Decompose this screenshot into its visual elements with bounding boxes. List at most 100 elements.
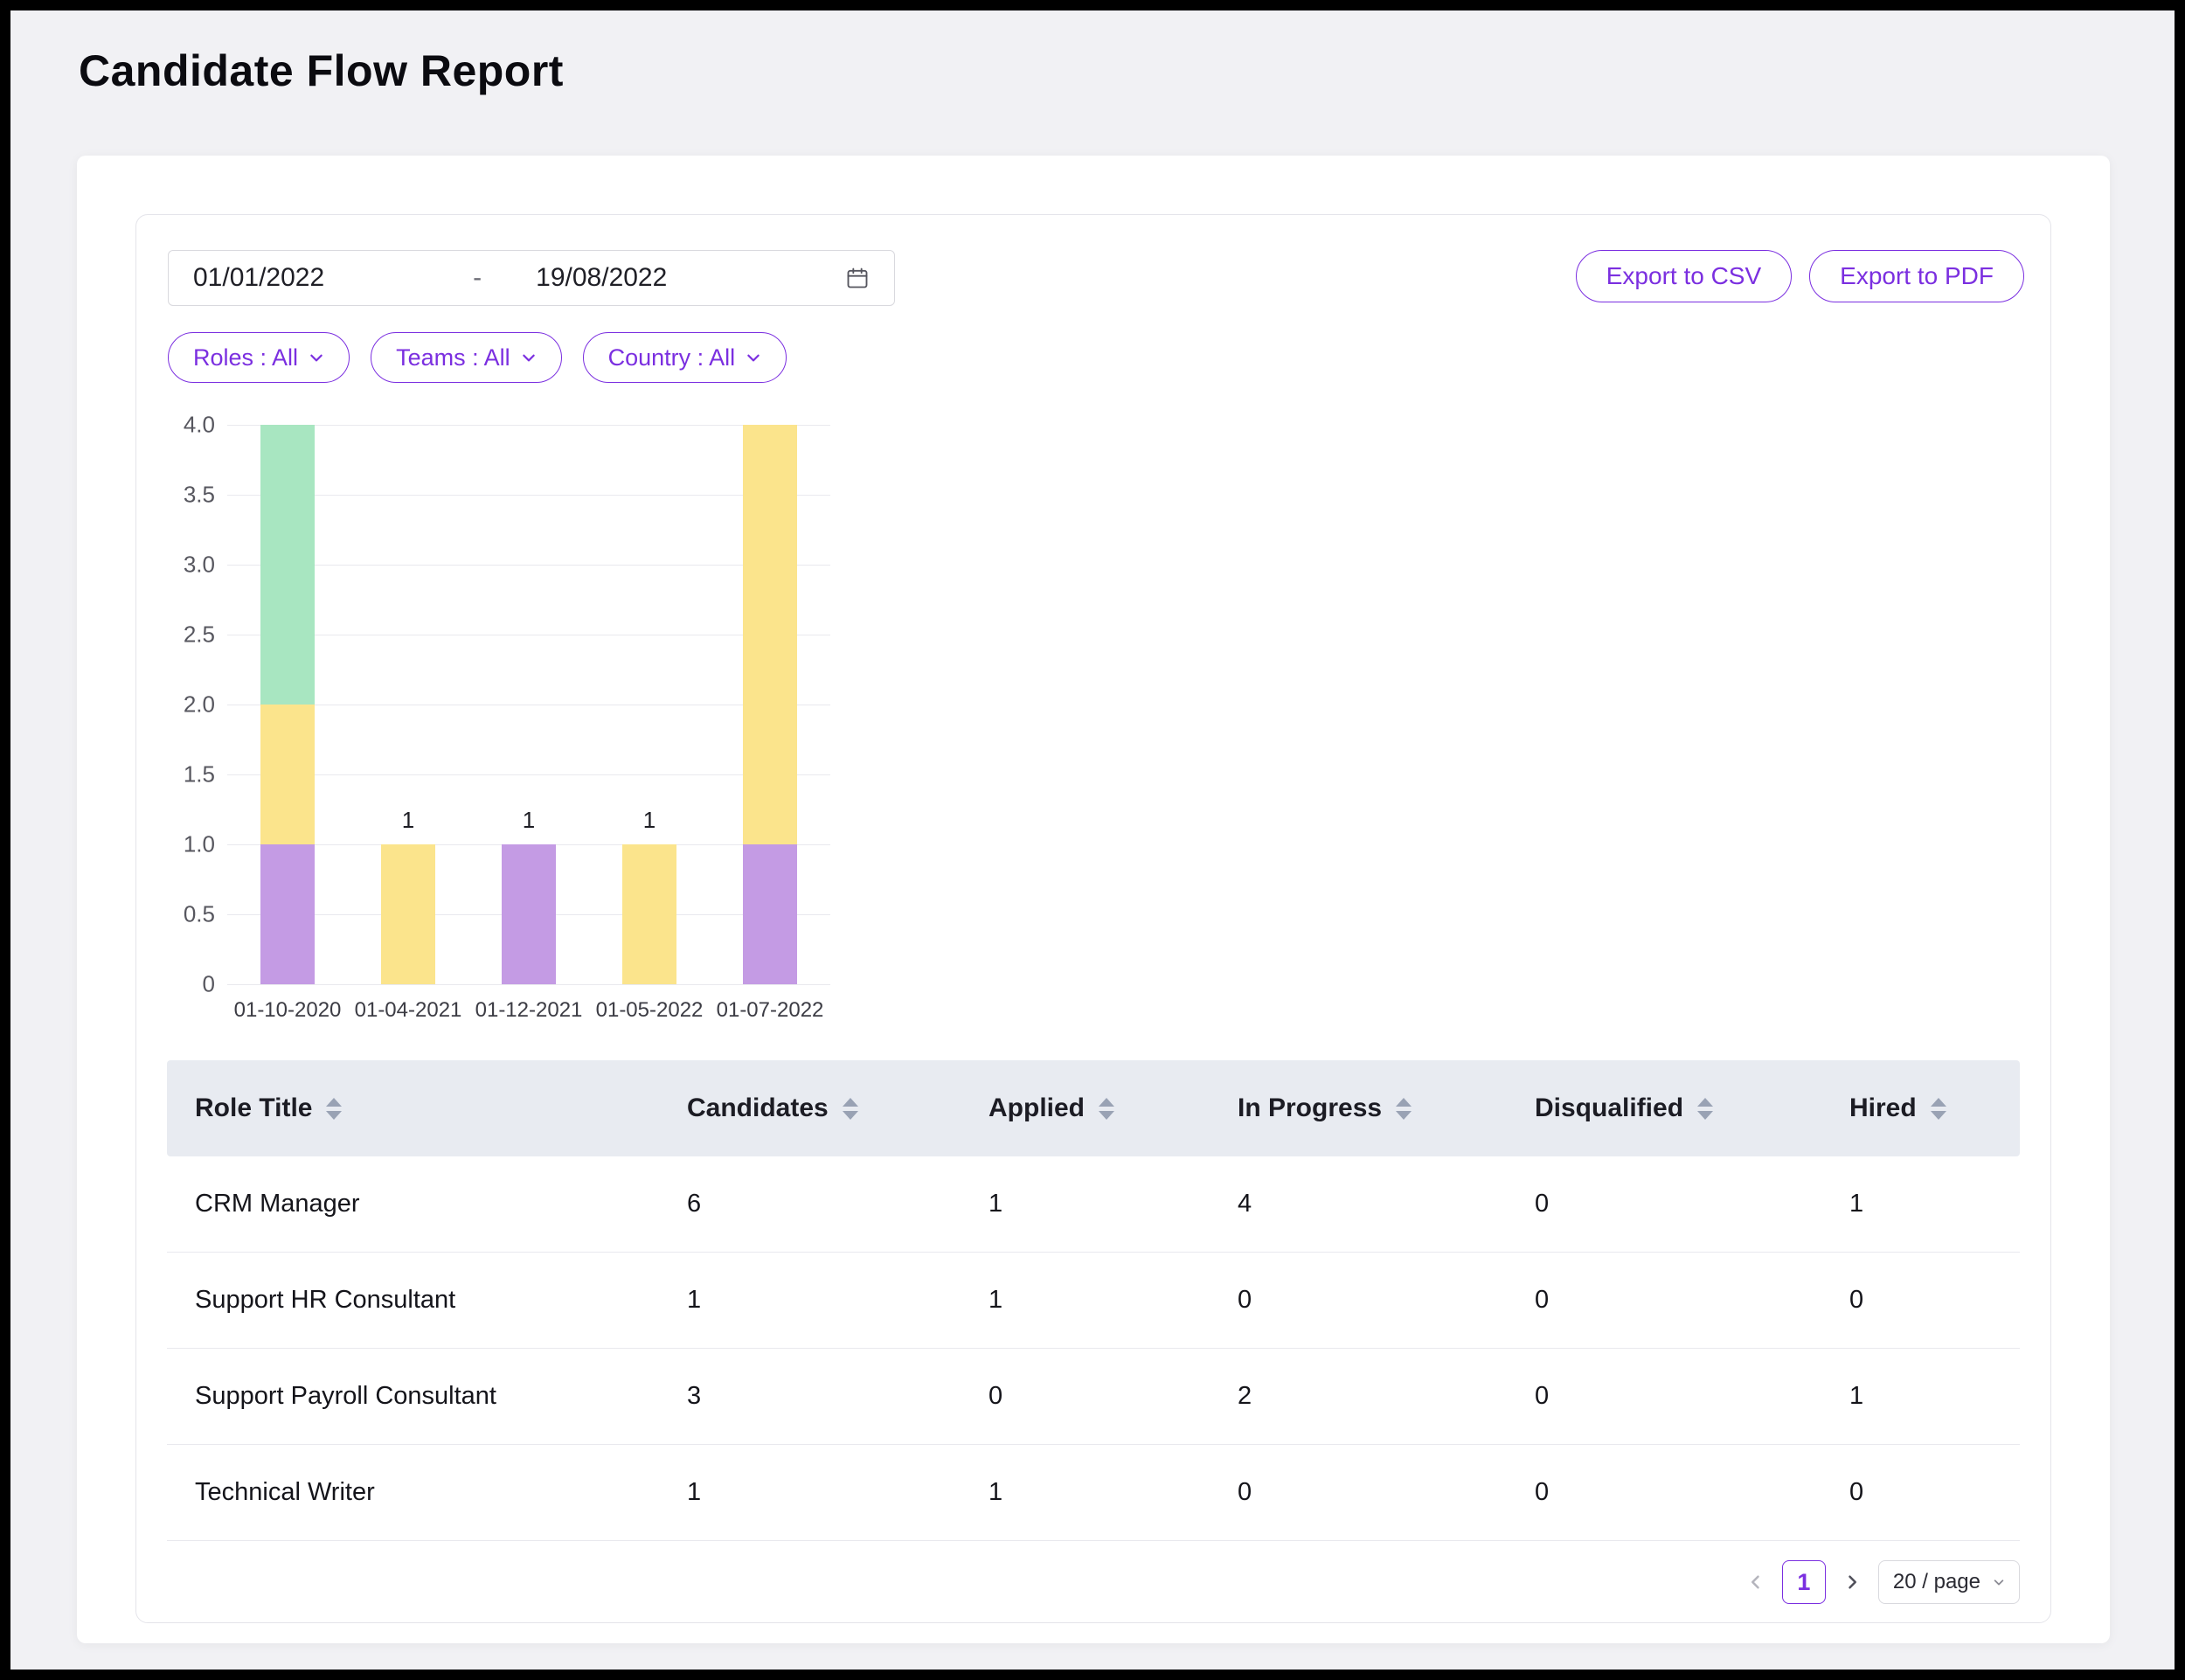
bar-total-label: 1 [523,807,535,834]
cell-value: 0 [1849,1478,2020,1507]
cell-value: 2 [1238,1382,1535,1411]
page-size-value: 20 / page [1893,1570,1980,1594]
cell-value: 0 [1535,1286,1849,1315]
roles-filter-dropdown[interactable]: Roles : All [168,332,350,383]
country-filter-label: Country : All [608,344,736,371]
date-from-value[interactable]: 01/01/2022 [193,263,324,293]
header-label: In Progress [1238,1093,1382,1123]
cell-value: 1 [687,1286,988,1315]
header-cell-applied[interactable]: Applied [988,1093,1238,1123]
cell-value: 0 [1238,1286,1535,1315]
teams-filter-label: Teams : All [396,344,510,371]
sort-icon[interactable] [1697,1098,1713,1120]
bar-segment-purple [743,844,797,984]
export-buttons: Export to CSV Export to PDF [1576,250,2024,302]
chevron-down-icon [1993,1576,2005,1588]
chevron-down-icon [309,350,324,365]
header-cell-disqualified[interactable]: Disqualified [1535,1093,1849,1123]
next-page-button[interactable] [1840,1570,1864,1594]
x-axis: 01-10-2020 01-04-2021 01-12-2021 01-05-2022… [227,998,830,1026]
prev-page-button[interactable] [1744,1570,1768,1594]
x-axis-label: 01-04-2021 [355,998,462,1023]
x-axis-label: 01-05-2022 [596,998,704,1023]
gridline [227,984,830,985]
y-axis-tick-label: 4.0 [184,412,215,439]
export-pdf-button[interactable]: Export to PDF [1809,250,2024,302]
header-label: Role Title [195,1093,312,1123]
cell-value: 1 [1849,1190,2020,1218]
sort-icon[interactable] [1396,1098,1412,1120]
cell-role-title: Technical Writer [167,1478,687,1507]
y-axis-tick-label: 3.5 [184,482,215,509]
page-1-button[interactable]: 1 [1782,1560,1826,1604]
candidates-table: Role Title Candidates AppliedIn Progress Di… [167,1060,2020,1541]
bar-segment-green [260,425,315,705]
x-axis-label: 01-12-2021 [475,998,583,1023]
date-to-value[interactable]: 19/08/2022 [536,263,667,293]
bar-segment-yellow [743,425,797,844]
pagination: 1 20 / page [1744,1559,2020,1605]
header-cell-hired[interactable]: Hired [1849,1093,2020,1123]
bar-segment-purple [502,844,556,984]
cell-role-title: Support Payroll Consultant [167,1382,687,1411]
cell-role-title: CRM Manager [167,1190,687,1218]
bar-segment-yellow [381,844,435,984]
cell-value: 0 [1535,1478,1849,1507]
y-axis-tick-label: 2.5 [184,621,215,649]
header-cell-candidates[interactable]: Candidates [687,1093,988,1123]
export-csv-button[interactable]: Export to CSV [1576,250,1792,302]
cell-value: 0 [988,1382,1238,1411]
sort-icon[interactable] [1931,1098,1946,1120]
cell-value: 1 [988,1286,1238,1315]
header-cell-role-title[interactable]: Role Title [167,1093,687,1123]
country-filter-dropdown[interactable]: Country : All [583,332,787,383]
filters-row: Roles : All Teams : All Country : All [168,332,787,383]
cell-value: 4 [1238,1190,1535,1218]
chevron-down-icon [521,350,537,365]
x-axis-label: 01-07-2022 [717,998,824,1023]
cell-value: 0 [1535,1382,1849,1411]
report-panel: 01/01/2022 - 19/08/2022 Export to CSV Ex… [135,214,2051,1623]
header-label: Candidates [687,1093,829,1123]
report-card: 01/01/2022 - 19/08/2022 Export to CSV Ex… [77,156,2110,1643]
cell-value: 1 [988,1478,1238,1507]
cell-value: 6 [687,1190,988,1218]
y-axis-tick-label: 3.0 [184,552,215,579]
date-range-separator: - [473,263,482,293]
app-window: Candidate Flow Report 01/01/2022 - 19/08… [10,10,2175,1670]
table-header-row: Role Title Candidates AppliedIn Progress Di… [167,1060,2020,1156]
cell-value: 0 [1535,1190,1849,1218]
y-axis-tick-label: 1.0 [184,831,215,858]
calendar-icon[interactable] [845,266,870,290]
cell-value: 3 [687,1382,988,1411]
table-row: Support HR Consultant11000 [167,1253,2020,1349]
gridline [227,774,830,775]
page-title: Candidate Flow Report [79,45,564,96]
roles-filter-label: Roles : All [193,344,298,371]
y-axis-tick-label: 2.0 [184,691,215,719]
cell-value: 1 [1849,1382,2020,1411]
cell-role-title: Support HR Consultant [167,1286,687,1315]
teams-filter-dropdown[interactable]: Teams : All [371,332,562,383]
x-axis-label: 01-10-2020 [234,998,342,1023]
page-size-select[interactable]: 20 / page [1878,1560,2020,1604]
sort-icon[interactable] [1099,1098,1114,1120]
table-row: Support Payroll Consultant30201 [167,1349,2020,1445]
bar-segment-purple [260,844,315,984]
sort-icon[interactable] [843,1098,858,1120]
bar-segment-yellow [260,705,315,844]
header-label: Hired [1849,1093,1917,1123]
chart-plot: 1 1 1 [227,425,830,984]
cell-value: 1 [687,1478,988,1507]
y-axis: 4.03.53.02.52.01.51.00.50 [157,425,215,984]
date-range-picker[interactable]: 01/01/2022 - 19/08/2022 [168,250,895,306]
bar-segment-yellow [622,844,676,984]
gridline [227,425,830,426]
table-body: CRM Manager61401Support HR Consultant110… [167,1156,2020,1541]
gridline [227,565,830,566]
bar-total-label: 1 [402,807,414,834]
y-axis-tick-label: 0 [203,971,215,998]
sort-icon[interactable] [326,1098,342,1120]
bar-total-label: 1 [643,807,656,834]
header-cell-in-progress[interactable]: In Progress [1238,1093,1535,1123]
